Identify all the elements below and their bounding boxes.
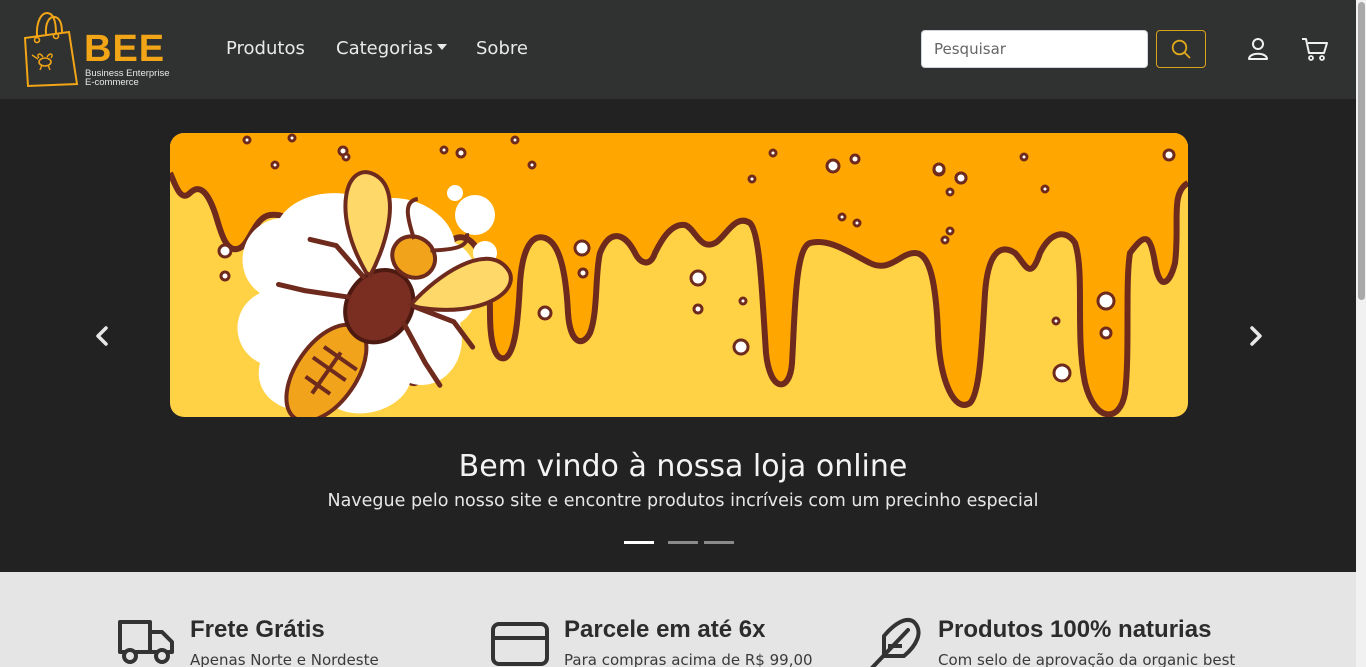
carousel-indicator-2[interactable]: [668, 541, 698, 544]
chevron-right-icon: [1250, 326, 1262, 346]
carousel-prev-button[interactable]: [90, 321, 114, 351]
brand-name: BEE: [84, 28, 166, 70]
nav-link-sobre[interactable]: Sobre: [476, 37, 528, 61]
caret-down-icon: [436, 44, 447, 50]
feature-description: Com selo de aprovação da organic best: [938, 651, 1236, 667]
hero-title: Bem vindo à nossa loja online: [458, 449, 908, 484]
nav-dropdown-label: Categorias: [336, 38, 433, 59]
credit-card-icon: [491, 622, 549, 666]
features-section: Frete Grátis Apenas Norte e Nordeste Par…: [0, 572, 1366, 667]
feature-title: Produtos 100% naturias: [938, 616, 1212, 643]
nav-link-produtos[interactable]: Produtos: [226, 37, 305, 61]
navbar: BEE Business Enterprise E-commerce Produ…: [0, 0, 1366, 99]
hero-subtitle: Navegue pelo nosso site e encontre produ…: [327, 491, 1039, 511]
brand-subtitle-line: E-commerce: [85, 76, 139, 88]
carousel-indicator-3[interactable]: [704, 541, 734, 544]
brand-subtitle: Business Enterprise E-commerce: [85, 69, 169, 88]
search-icon: [1171, 39, 1191, 59]
cart-icon: [1302, 38, 1328, 61]
search-button[interactable]: [1156, 30, 1206, 68]
truck-icon: [118, 620, 174, 664]
shopping-bag-logo-icon: [23, 11, 79, 88]
feather-icon: [870, 617, 921, 667]
nav-dropdown-categorias[interactable]: Categorias: [336, 37, 447, 61]
honey-bee-banner-image: [170, 133, 1188, 417]
chevron-left-icon: [96, 326, 108, 346]
feature-description: Apenas Norte e Nordeste: [190, 651, 379, 667]
feature-description: Para compras acima de R$ 99,00: [564, 651, 813, 667]
feature-title: Parcele em até 6x: [564, 616, 766, 643]
user-account-button[interactable]: [1246, 36, 1274, 64]
search-input[interactable]: [921, 30, 1148, 68]
carousel-next-button[interactable]: [1244, 321, 1268, 351]
hero-carousel: Bem vindo à nossa loja online Navegue pe…: [0, 99, 1366, 572]
feature-title: Frete Grátis: [190, 616, 325, 643]
page-scrollbar[interactable]: [1356, 0, 1366, 667]
brand-logo[interactable]: BEE Business Enterprise E-commerce: [22, 10, 172, 90]
cart-button[interactable]: [1301, 36, 1329, 64]
scrollbar-thumb[interactable]: [1358, 2, 1365, 300]
user-icon: [1248, 38, 1268, 60]
carousel-indicator-1[interactable]: [624, 541, 654, 544]
